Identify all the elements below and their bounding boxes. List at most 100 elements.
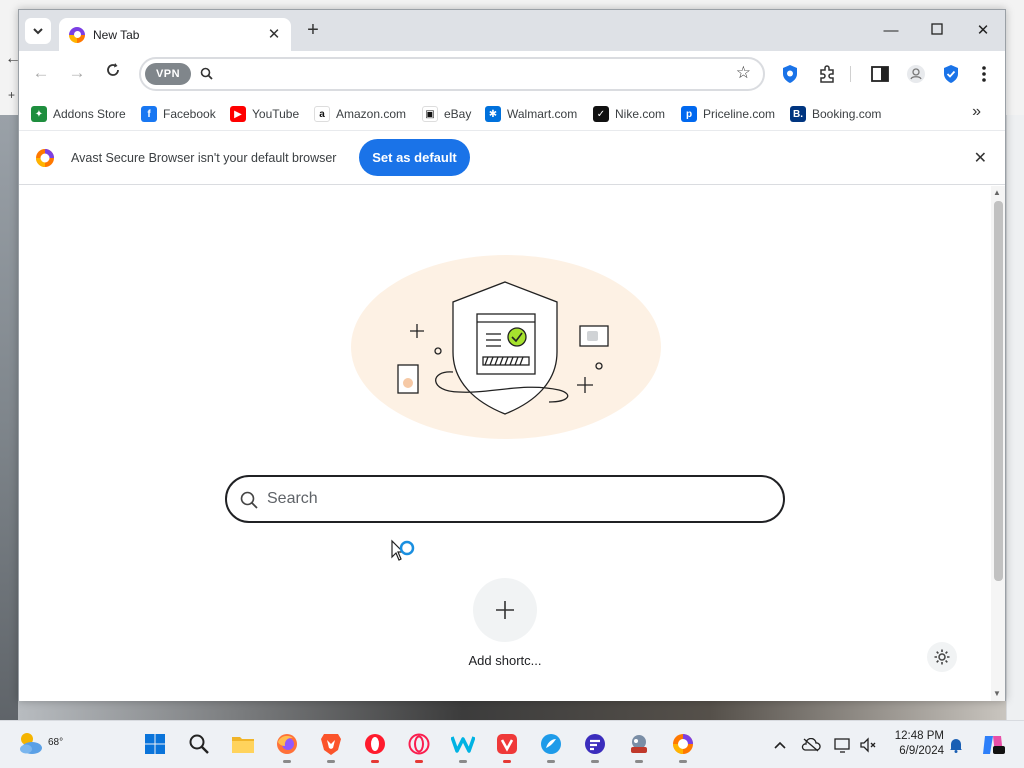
maximize-icon (931, 23, 943, 35)
bookmark-label: eBay (444, 107, 472, 121)
more-bookmarks-chevron-icon[interactable]: » (972, 103, 981, 121)
app-running-indicator (327, 760, 335, 763)
plus-icon (496, 601, 514, 619)
app-running-indicator (415, 760, 423, 763)
security-extension-button[interactable] (940, 63, 962, 85)
copilot-icon[interactable] (980, 735, 1006, 755)
set-as-default-button[interactable]: Set as default (359, 139, 470, 176)
bookmark-ebay[interactable]: ▣ eBay (422, 105, 471, 123)
security-shield-illustration (351, 255, 661, 439)
ntp-search-box[interactable] (225, 475, 785, 523)
close-infobar-icon[interactable]: ✕ (974, 148, 987, 168)
reload-button[interactable] (101, 61, 125, 85)
add-shortcut-label: Add shortc... (468, 653, 542, 668)
nike-icon: ✓ (593, 106, 609, 122)
firefox-icon[interactable] (274, 731, 300, 763)
close-window-button[interactable]: ✕ (963, 18, 1003, 44)
bookmark-addons-store[interactable]: ✦ Addons Store (31, 105, 126, 123)
chevron-down-icon (33, 28, 43, 35)
bookmark-label: Priceline.com (703, 107, 776, 121)
address-bar[interactable]: VPN ☆ (139, 57, 765, 91)
menu-button[interactable] (973, 63, 995, 85)
display-network-icon[interactable] (833, 735, 853, 755)
opera-gx-icon[interactable] (406, 731, 432, 763)
bookmark-label: Amazon.com (336, 107, 407, 121)
bookmark-youtube[interactable]: ▶ YouTube (230, 105, 299, 123)
check-shield-icon (944, 65, 958, 83)
bookmark-label: Walmart.com (507, 107, 578, 121)
vpn-toggle[interactable]: VPN (145, 63, 191, 85)
bookmark-label: Addons Store (53, 107, 126, 121)
vivaldi-icon[interactable] (494, 731, 520, 763)
bookmark-walmart[interactable]: ✱ Walmart.com (485, 105, 577, 123)
minimize-button[interactable]: — (871, 18, 911, 44)
bookmark-label: Booking.com (812, 107, 882, 121)
system-clock[interactable]: 12:48 PM 6/9/2024 (884, 729, 944, 759)
puzzle-icon (820, 65, 834, 83)
default-browser-infobar: Avast Secure Browser isn't your default … (19, 131, 1005, 185)
onedrive-offline-icon[interactable] (801, 735, 821, 755)
close-tab-icon[interactable]: ✕ (265, 25, 283, 43)
app-running-indicator (371, 760, 379, 763)
partly-cloudy-icon (20, 733, 42, 754)
avast-favicon-icon (69, 26, 85, 43)
bookmark-booking[interactable]: B. Booking.com (790, 105, 881, 123)
desktop-wallpaper-left (0, 115, 18, 720)
maxthon-icon[interactable] (538, 731, 564, 763)
avast-secure-browser-icon[interactable] (670, 731, 696, 763)
app-running-indicator (459, 760, 467, 763)
busy-cursor-icon (391, 539, 415, 561)
app-running-indicator (591, 760, 599, 763)
volume-muted-icon[interactable] (858, 735, 878, 755)
add-shortcut-button[interactable] (473, 578, 537, 642)
bookmark-label: Facebook (163, 107, 216, 121)
brave-icon[interactable] (318, 731, 344, 763)
bookmark-nike[interactable]: ✓ Nike.com (593, 105, 665, 123)
app-running-indicator (547, 760, 555, 763)
youtube-icon: ▶ (230, 106, 246, 122)
tab-search-button[interactable] (25, 18, 51, 44)
floorp-icon[interactable] (582, 731, 608, 763)
infobar-message: Avast Secure Browser isn't your default … (71, 151, 337, 165)
scroll-down-arrow-icon[interactable]: ▼ (993, 689, 1001, 698)
ebay-icon: ▣ (422, 106, 438, 122)
walmart-icon: ✱ (485, 106, 501, 122)
desktop-wallpaper-bottom (18, 700, 1006, 720)
extensions-button[interactable] (816, 63, 838, 85)
app-running-indicator (503, 760, 511, 763)
file-explorer-icon[interactable] (230, 731, 256, 757)
privacy-shield-button[interactable] (779, 63, 801, 85)
lunascape-icon[interactable] (626, 731, 652, 763)
profile-button[interactable] (905, 63, 927, 85)
app-running-indicator (283, 760, 291, 763)
tab-new-tab[interactable]: New Tab ✕ (59, 18, 291, 51)
back-button[interactable]: ← (29, 61, 53, 85)
page-scrollbar[interactable]: ▲ ▼ (991, 186, 1005, 701)
search-icon[interactable] (186, 731, 212, 757)
bookmark-label: Nike.com (615, 107, 666, 121)
maximize-button[interactable] (917, 18, 957, 44)
ntp-search-input[interactable] (267, 487, 767, 511)
customize-page-button[interactable] (927, 642, 957, 672)
booking-icon: B. (790, 106, 806, 122)
toolbar-separator (850, 66, 851, 82)
notification-bell-icon[interactable] (946, 735, 966, 755)
forward-button[interactable]: → (65, 61, 89, 85)
wave-browser-icon[interactable] (450, 731, 476, 763)
bookmark-priceline[interactable]: p Priceline.com (681, 105, 775, 123)
opera-icon[interactable] (362, 731, 388, 763)
bookmark-amazon[interactable]: a Amazon.com (314, 105, 406, 123)
scrollbar-thumb[interactable] (994, 201, 1003, 581)
show-hidden-icons-chevron-icon[interactable] (770, 735, 790, 755)
windows-start-icon[interactable] (142, 731, 168, 757)
new-tab-page: Add shortc... (19, 186, 991, 701)
bookmark-star-icon[interactable]: ☆ (736, 63, 751, 83)
side-panel-button[interactable] (869, 63, 891, 85)
avast-logo-icon (36, 149, 54, 167)
weather-widget[interactable]: 68° (16, 729, 63, 759)
new-tab-button[interactable]: + (301, 19, 325, 43)
bookmark-label: YouTube (252, 107, 300, 121)
bookmark-facebook[interactable]: f Facebook (141, 105, 216, 123)
windows-taskbar: 68° 12:48 PM 6/9/2024 (0, 720, 1024, 768)
scroll-up-arrow-icon[interactable]: ▲ (993, 188, 1001, 197)
